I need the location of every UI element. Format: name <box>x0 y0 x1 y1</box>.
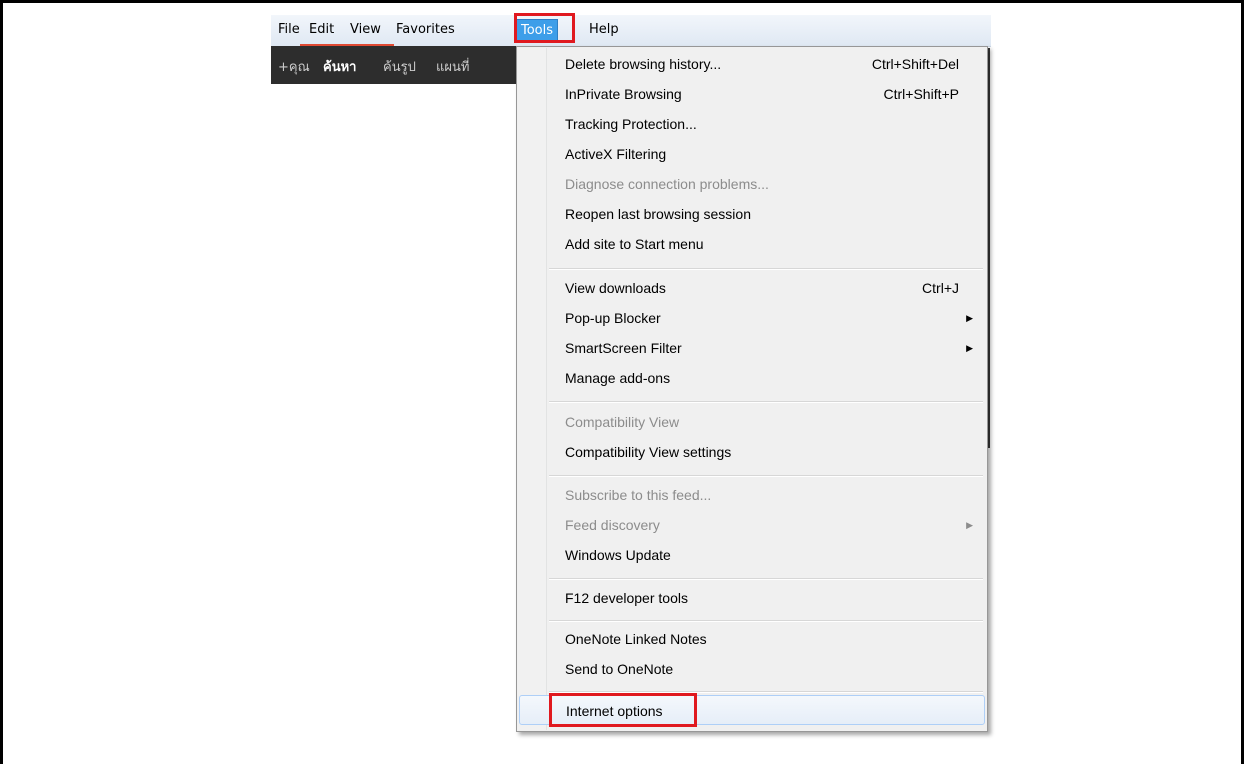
menu-view[interactable]: View <box>350 19 381 41</box>
menu-item-label: Pop-up Blocker <box>565 310 661 326</box>
menu-item-delete-browsing-history[interactable]: Delete browsing history... Ctrl+Shift+De… <box>519 49 985 79</box>
menu-item-inprivate-browsing[interactable]: InPrivate Browsing Ctrl+Shift+P <box>519 79 985 109</box>
menu-item-label: Add site to Start menu <box>565 236 704 252</box>
menu-item-diagnose-connection: Diagnose connection problems... <box>519 169 985 199</box>
menu-item-label: Windows Update <box>565 547 671 563</box>
menu-item-label: F12 developer tools <box>565 590 688 606</box>
menu-item-view-downloads[interactable]: View downloads Ctrl+J <box>519 273 985 303</box>
menu-separator <box>549 401 983 403</box>
menu-file[interactable]: File <box>278 19 300 41</box>
menu-item-tracking-protection[interactable]: Tracking Protection... <box>519 109 985 139</box>
menu-item-activex-filtering[interactable]: ActiveX Filtering <box>519 139 985 169</box>
menu-separator <box>549 475 983 477</box>
menu-item-compatibility-view-settings[interactable]: Compatibility View settings <box>519 437 985 467</box>
menu-item-label: View downloads <box>565 280 666 296</box>
menu-item-add-site-to-start[interactable]: Add site to Start menu <box>519 229 985 259</box>
menu-item-label: Send to OneNote <box>565 661 674 677</box>
menu-item-shortcut: Ctrl+Shift+P <box>883 86 959 102</box>
submenu-arrow-icon: ▶ <box>966 520 973 530</box>
menu-help[interactable]: Help <box>589 19 619 41</box>
menu-item-label: Compatibility View settings <box>565 444 732 460</box>
menu-item-popup-blocker[interactable]: Pop-up Blocker ▶ <box>519 303 985 333</box>
menu-item-label: Subscribe to this feed... <box>565 487 712 503</box>
menu-item-label: Tracking Protection... <box>565 116 697 132</box>
google-bar: +คุณ ค้นหา ค้นรูป แผนที่ <box>271 46 519 84</box>
menu-item-windows-update[interactable]: Windows Update <box>519 540 985 570</box>
menu-item-compatibility-view: Compatibility View <box>519 407 985 437</box>
internet-options-highlight-box <box>549 693 697 727</box>
menu-item-f12-developer-tools[interactable]: F12 developer tools <box>519 583 985 613</box>
menu-edit[interactable]: Edit <box>309 19 334 41</box>
menu-item-feed-discovery: Feed discovery ▶ <box>519 510 985 540</box>
menu-separator <box>549 268 983 270</box>
menu-item-label: SmartScreen Filter <box>565 340 682 356</box>
menu-item-label: Diagnose connection problems... <box>565 176 769 192</box>
menu-item-shortcut: Ctrl+Shift+Del <box>871 56 959 72</box>
gbar-search-link[interactable]: ค้นหา <box>323 56 356 77</box>
tools-highlight-box <box>514 13 575 43</box>
menu-item-onenote-linked-notes[interactable]: OneNote Linked Notes <box>519 624 985 654</box>
menu-item-label: Delete browsing history... <box>565 56 722 72</box>
menu-favorites[interactable]: Favorites <box>396 19 455 41</box>
menu-item-label: Feed discovery <box>565 517 660 533</box>
menu-item-label: Compatibility View <box>565 414 680 430</box>
gbar-plus-link[interactable]: +คุณ <box>278 56 310 77</box>
menu-item-label: ActiveX Filtering <box>565 146 667 162</box>
menu-separator <box>549 578 983 580</box>
menu-item-label: InPrivate Browsing <box>565 86 682 102</box>
submenu-arrow-icon: ▶ <box>966 313 973 323</box>
menu-separator <box>549 620 983 622</box>
menu-item-label: Reopen last browsing session <box>565 206 751 222</box>
gbar-maps-link[interactable]: แผนที่ <box>436 56 469 77</box>
menu-item-label: Manage add-ons <box>565 370 671 386</box>
submenu-arrow-icon: ▶ <box>966 343 973 353</box>
tools-dropdown-menu: Delete browsing history... Ctrl+Shift+De… <box>516 46 988 732</box>
menu-item-send-to-onenote[interactable]: Send to OneNote <box>519 654 985 684</box>
menu-item-shortcut: Ctrl+J <box>922 280 959 296</box>
gbar-images-link[interactable]: ค้นรูป <box>383 56 416 77</box>
menu-bar: File Edit View Favorites Tools Help <box>271 15 991 47</box>
menu-item-smartscreen-filter[interactable]: SmartScreen Filter ▶ <box>519 333 985 363</box>
menu-item-subscribe-feed: Subscribe to this feed... <box>519 480 985 510</box>
menu-item-reopen-last-session[interactable]: Reopen last browsing session <box>519 199 985 229</box>
menu-item-label: OneNote Linked Notes <box>565 631 707 647</box>
menu-item-manage-addons[interactable]: Manage add-ons <box>519 363 985 393</box>
